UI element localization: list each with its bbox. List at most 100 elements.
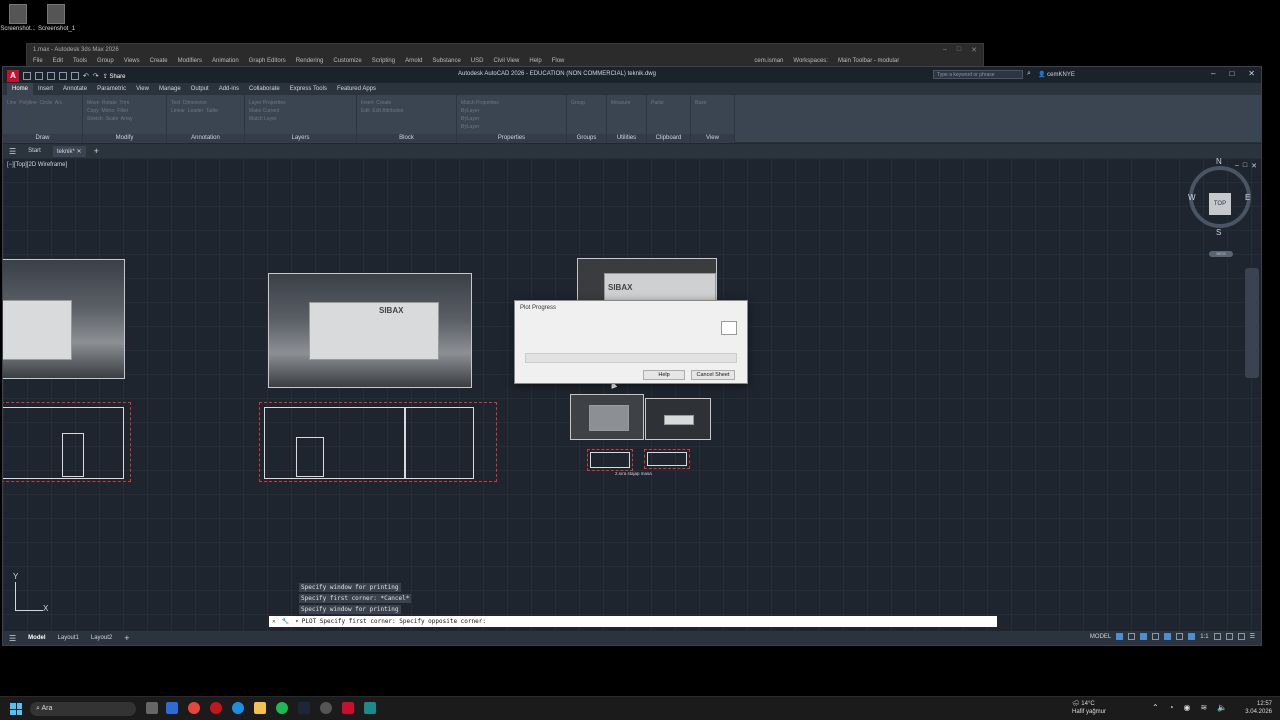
taskbar-search[interactable]: ⌕ Ara xyxy=(30,702,136,716)
add-tab-icon[interactable]: + xyxy=(94,146,99,156)
tab-add-ins[interactable]: Add-ins xyxy=(214,83,244,95)
command-line[interactable]: ✕ 🔧 ▾ PLOT Specify first corner: Specify… xyxy=(269,616,997,627)
minimize-icon[interactable]: – xyxy=(943,46,947,54)
grid-icon[interactable] xyxy=(1116,633,1124,640)
panel-label[interactable]: Groups xyxy=(567,134,606,143)
minimize-icon[interactable]: – xyxy=(1211,69,1215,78)
clock[interactable]: 12:57 3.04.2026 xyxy=(1245,700,1272,716)
panel-tools[interactable]: Base xyxy=(695,99,706,107)
close-icon[interactable]: ✕ xyxy=(1251,162,1257,170)
command-input[interactable]: PLOT Specify first corner: Specify oppos… xyxy=(302,618,486,625)
drawing-viewport[interactable]: [−][Top][2D Wireframe] – □ ✕ SIBAX SIBAX xyxy=(3,158,1261,631)
layout-tab-2[interactable]: Layout2 xyxy=(85,633,118,643)
cancel-sheet-button[interactable]: Cancel Sheet xyxy=(691,370,735,380)
steam-tray-icon[interactable]: ◉ xyxy=(1184,703,1191,712)
search-input[interactable]: Type a keyword or phrase xyxy=(933,70,1023,79)
search-icon[interactable]: ⌕ xyxy=(1027,70,1031,78)
file-tab-start[interactable]: Start xyxy=(24,146,45,156)
panel-label[interactable]: Modify xyxy=(83,134,166,143)
user-account[interactable]: 👤 cemKNYE xyxy=(1038,71,1075,78)
opera-icon[interactable] xyxy=(210,702,222,714)
wrench-icon[interactable]: 🔧 xyxy=(279,618,292,625)
close-icon[interactable]: ✕ xyxy=(269,618,279,625)
tab-view[interactable]: View xyxy=(131,83,154,95)
tab-manage[interactable]: Manage xyxy=(154,83,186,95)
panel-tools[interactable]: Group xyxy=(571,99,585,107)
compass-south[interactable]: S xyxy=(1216,228,1221,237)
panel-tools[interactable]: Measure xyxy=(611,99,630,107)
tab-insert[interactable]: Insert xyxy=(33,83,58,95)
weather-widget[interactable]: 🌧 14°C Hafif yağmur xyxy=(1072,700,1106,716)
open-icon[interactable] xyxy=(35,72,43,80)
new-icon[interactable] xyxy=(23,72,31,80)
tab-featured-apps[interactable]: Featured Apps xyxy=(332,83,381,95)
panel-tools[interactable]: Move Rotate Trim Copy Mirror Fillet Stre… xyxy=(87,99,133,123)
layout-tab-1[interactable]: Layout1 xyxy=(52,633,85,643)
panel-tools[interactable]: Match Properties ByLayer ByLayer ByLayer xyxy=(461,99,499,131)
print-icon[interactable] xyxy=(71,72,79,80)
chrome-icon[interactable] xyxy=(188,702,200,714)
tab-output[interactable]: Output xyxy=(186,83,214,95)
annotation-scale[interactable]: 1:1 xyxy=(1200,634,1208,640)
polar-icon[interactable] xyxy=(1152,633,1160,640)
fullscreen-icon[interactable] xyxy=(1237,633,1245,640)
maximize-icon[interactable]: □ xyxy=(957,46,961,54)
undo-icon[interactable]: ↶ xyxy=(83,72,89,80)
viewport-label[interactable]: [−][Top][2D Wireframe] xyxy=(7,162,67,168)
menu-icon[interactable]: ☰ xyxy=(3,634,22,643)
share-button[interactable]: ⇪ Share xyxy=(103,73,126,80)
close-icon[interactable]: ✕ xyxy=(971,46,977,54)
panel-label[interactable]: Draw xyxy=(3,134,82,143)
isolate-icon[interactable] xyxy=(1225,633,1233,640)
tab-collaborate[interactable]: Collaborate xyxy=(244,83,285,95)
panel-tools[interactable]: Text Dimension Linear Leader Table xyxy=(171,99,218,115)
help-button[interactable]: Help xyxy=(643,370,685,380)
file-tab-teknik[interactable]: teknik* ✕ xyxy=(52,145,86,157)
panel-label[interactable]: Annotation xyxy=(167,134,244,143)
navigation-bar[interactable] xyxy=(1245,268,1259,378)
panel-label[interactable]: Block xyxy=(357,134,456,143)
save-as-icon[interactable] xyxy=(59,72,67,80)
file-explorer-icon[interactable] xyxy=(254,702,266,714)
wcs-menu[interactable]: WCS xyxy=(1209,251,1233,257)
panel-label[interactable]: View xyxy=(691,134,734,143)
panel-label[interactable]: Utilities xyxy=(607,134,646,143)
app-icon[interactable] xyxy=(320,702,332,714)
steam-icon[interactable] xyxy=(298,702,310,714)
minimize-icon[interactable]: – xyxy=(1235,162,1239,170)
desktop-icon-screenshot[interactable]: Screenshot... xyxy=(0,4,36,32)
add-layout-icon[interactable]: + xyxy=(118,633,135,643)
snap-icon[interactable] xyxy=(1128,633,1136,640)
redo-icon[interactable]: ↷ xyxy=(93,72,99,80)
start-icon[interactable] xyxy=(10,703,22,715)
menu-icon[interactable]: ☰ xyxy=(9,147,16,156)
panel-label[interactable]: Properties xyxy=(457,134,566,143)
compass-west[interactable]: W xyxy=(1188,193,1196,202)
tab-express-tools[interactable]: Express Tools xyxy=(285,83,332,95)
close-tab-icon[interactable]: ✕ xyxy=(77,149,82,155)
panel-tools[interactable]: Line Polyline Circle Arc xyxy=(7,99,62,107)
chevron-up-icon[interactable]: ⌃ xyxy=(1152,703,1159,712)
ortho-icon[interactable] xyxy=(1140,633,1148,640)
network-icon[interactable]: ◔ xyxy=(1169,703,1174,712)
save-icon[interactable] xyxy=(47,72,55,80)
close-icon[interactable]: ✕ xyxy=(1248,69,1255,78)
desktop-icon-screenshot-1[interactable]: Screenshot_1 xyxy=(38,4,75,32)
settings-icon[interactable] xyxy=(1213,633,1221,640)
restore-icon[interactable]: □ xyxy=(1229,69,1234,78)
speaker-icon[interactable]: 🔈 xyxy=(1217,703,1227,712)
annotation-visibility-icon[interactable] xyxy=(1188,633,1196,640)
spotify-icon[interactable] xyxy=(276,702,288,714)
restore-icon[interactable]: □ xyxy=(1243,162,1247,170)
compass-north[interactable]: N xyxy=(1216,158,1222,166)
osnap-icon[interactable] xyxy=(1164,633,1172,640)
tab-annotate[interactable]: Annotate xyxy=(58,83,92,95)
panel-label[interactable]: Layers xyxy=(245,134,356,143)
command-dropdown-icon[interactable]: ▾ xyxy=(292,618,302,625)
tab-parametric[interactable]: Parametric xyxy=(92,83,131,95)
otrack-icon[interactable] xyxy=(1176,633,1184,640)
compass-east[interactable]: E xyxy=(1245,193,1250,202)
app-icon[interactable] xyxy=(166,702,178,714)
layout-tab-model[interactable]: Model xyxy=(22,633,51,643)
panel-tools[interactable]: Insert Create Edit Edit Attributes xyxy=(361,99,403,115)
